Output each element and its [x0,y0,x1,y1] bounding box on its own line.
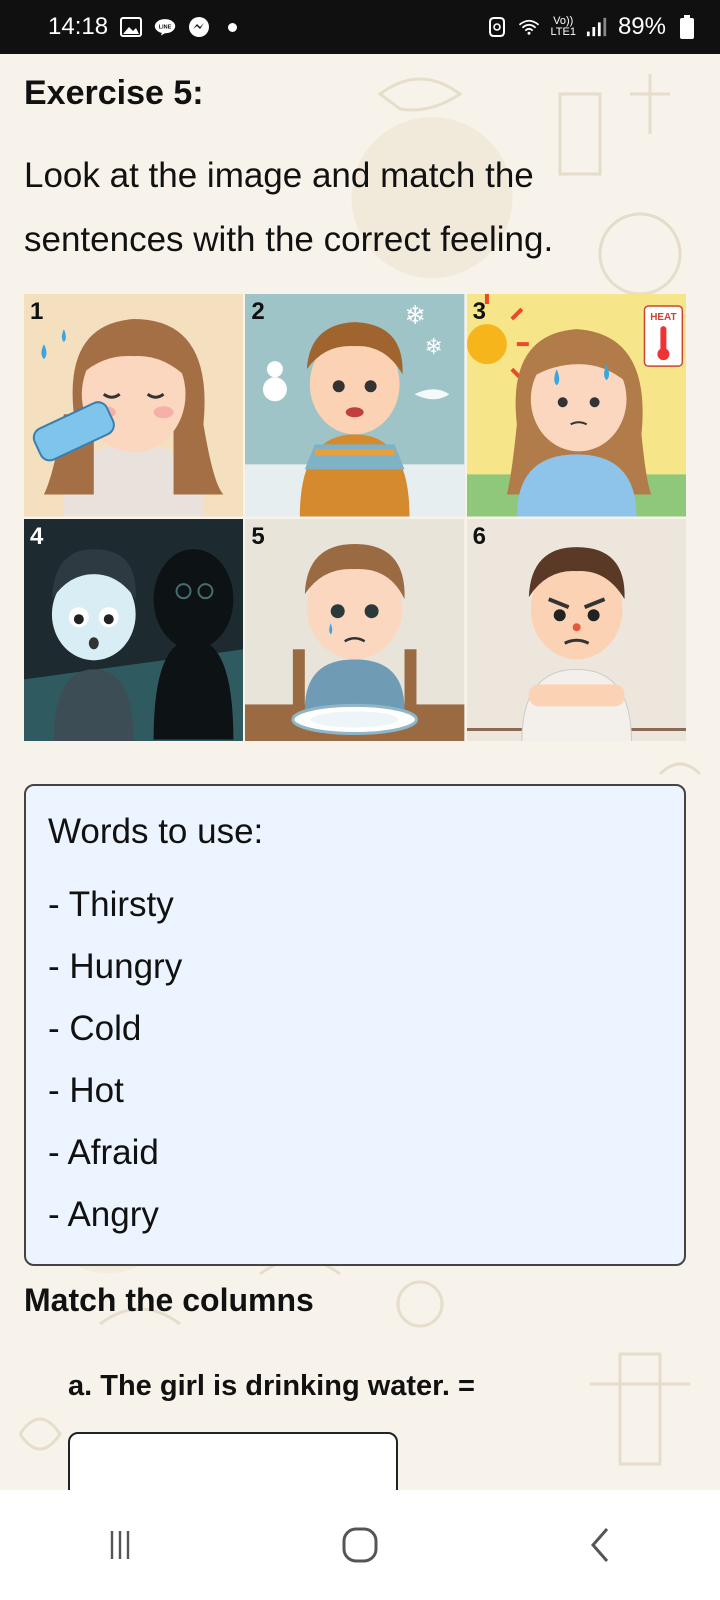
wifi-icon [518,16,540,38]
answer-a-input[interactable] [68,1432,398,1490]
boy-afraid-illustration [24,518,244,741]
word-item: - Cold [48,1009,142,1048]
words-box-title: Words to use: [48,812,264,851]
content-area[interactable]: Exercise 5: Look at the image and match … [0,54,720,1490]
heat-sign: HEAT [650,312,676,323]
word-item: - Thirsty [48,885,174,924]
navigation-bar [0,1490,720,1600]
network-type-label: Vo)) LTE1 [550,16,575,38]
word-item: - Afraid [48,1133,159,1172]
messenger-icon [188,16,210,38]
notification-dot-icon [228,22,238,32]
image-tile-afraid: 4 [24,518,244,741]
clock: 14:18 [48,13,109,40]
back-icon[interactable] [570,1515,630,1575]
words-to-use-box: Words to use: - Thirsty - Hungry - Cold … [24,784,686,1266]
word-item: - Hungry [48,947,183,986]
status-bar-right: Vo)) LTE1 89% [486,13,698,41]
status-bar: 14:18 LINE Vo)) LTE1 89% [0,0,720,54]
boy-cold-illustration: ❄ ❄ [245,294,465,517]
recent-apps-icon[interactable] [90,1515,150,1575]
girl-hot-illustration: HEAT [466,294,686,517]
image-tile-cold: ❄ ❄ 2 [245,294,465,517]
battery-icon [676,15,698,39]
image-tile-hungry: 5 [245,518,465,741]
home-icon[interactable] [330,1515,390,1575]
word-item: - Angry [48,1195,159,1234]
feelings-image-grid: 1 ❄ ❄ 2 HEAT 3 4 5 6 [24,294,686,741]
svg-text:❄: ❄ [405,301,427,331]
tile-number-4: 4 [30,522,44,550]
lte-label: LTE1 [550,26,576,38]
tile-number-1: 1 [30,298,44,325]
exercise-title: Exercise 5: [24,74,204,112]
exercise-instructions: Look at the image and match the sentence… [24,156,554,259]
battery-percent: 89% [617,13,666,40]
question-a-label: a. The girl is drinking water. = [68,1370,475,1402]
image-tile-hot: HEAT 3 [466,294,686,517]
boy-angry-illustration [466,518,686,741]
svg-text:LINE: LINE [159,25,172,31]
tile-number-5: 5 [251,522,265,550]
image-tile-angry: 6 [466,518,686,741]
tile-number-3: 3 [472,298,487,325]
signal-icon [586,16,608,38]
tile-number-2: 2 [251,298,265,325]
word-item: - Hot [48,1071,124,1110]
status-bar-left: 14:18 LINE [48,13,238,41]
image-tile-thirsty: 1 [24,294,244,517]
match-columns-heading: Match the columns [24,1282,314,1318]
girl-drinking-illustration [24,294,244,517]
gallery-icon [120,16,143,38]
line-icon: LINE [154,16,176,38]
boy-hungry-illustration [245,518,465,741]
tile-number-6: 6 [472,522,487,550]
words-list: - Thirsty - Hungry - Cold - Hot - Afraid… [48,874,662,1246]
svg-text:❄: ❄ [425,335,443,360]
data-saver-icon [486,16,508,38]
